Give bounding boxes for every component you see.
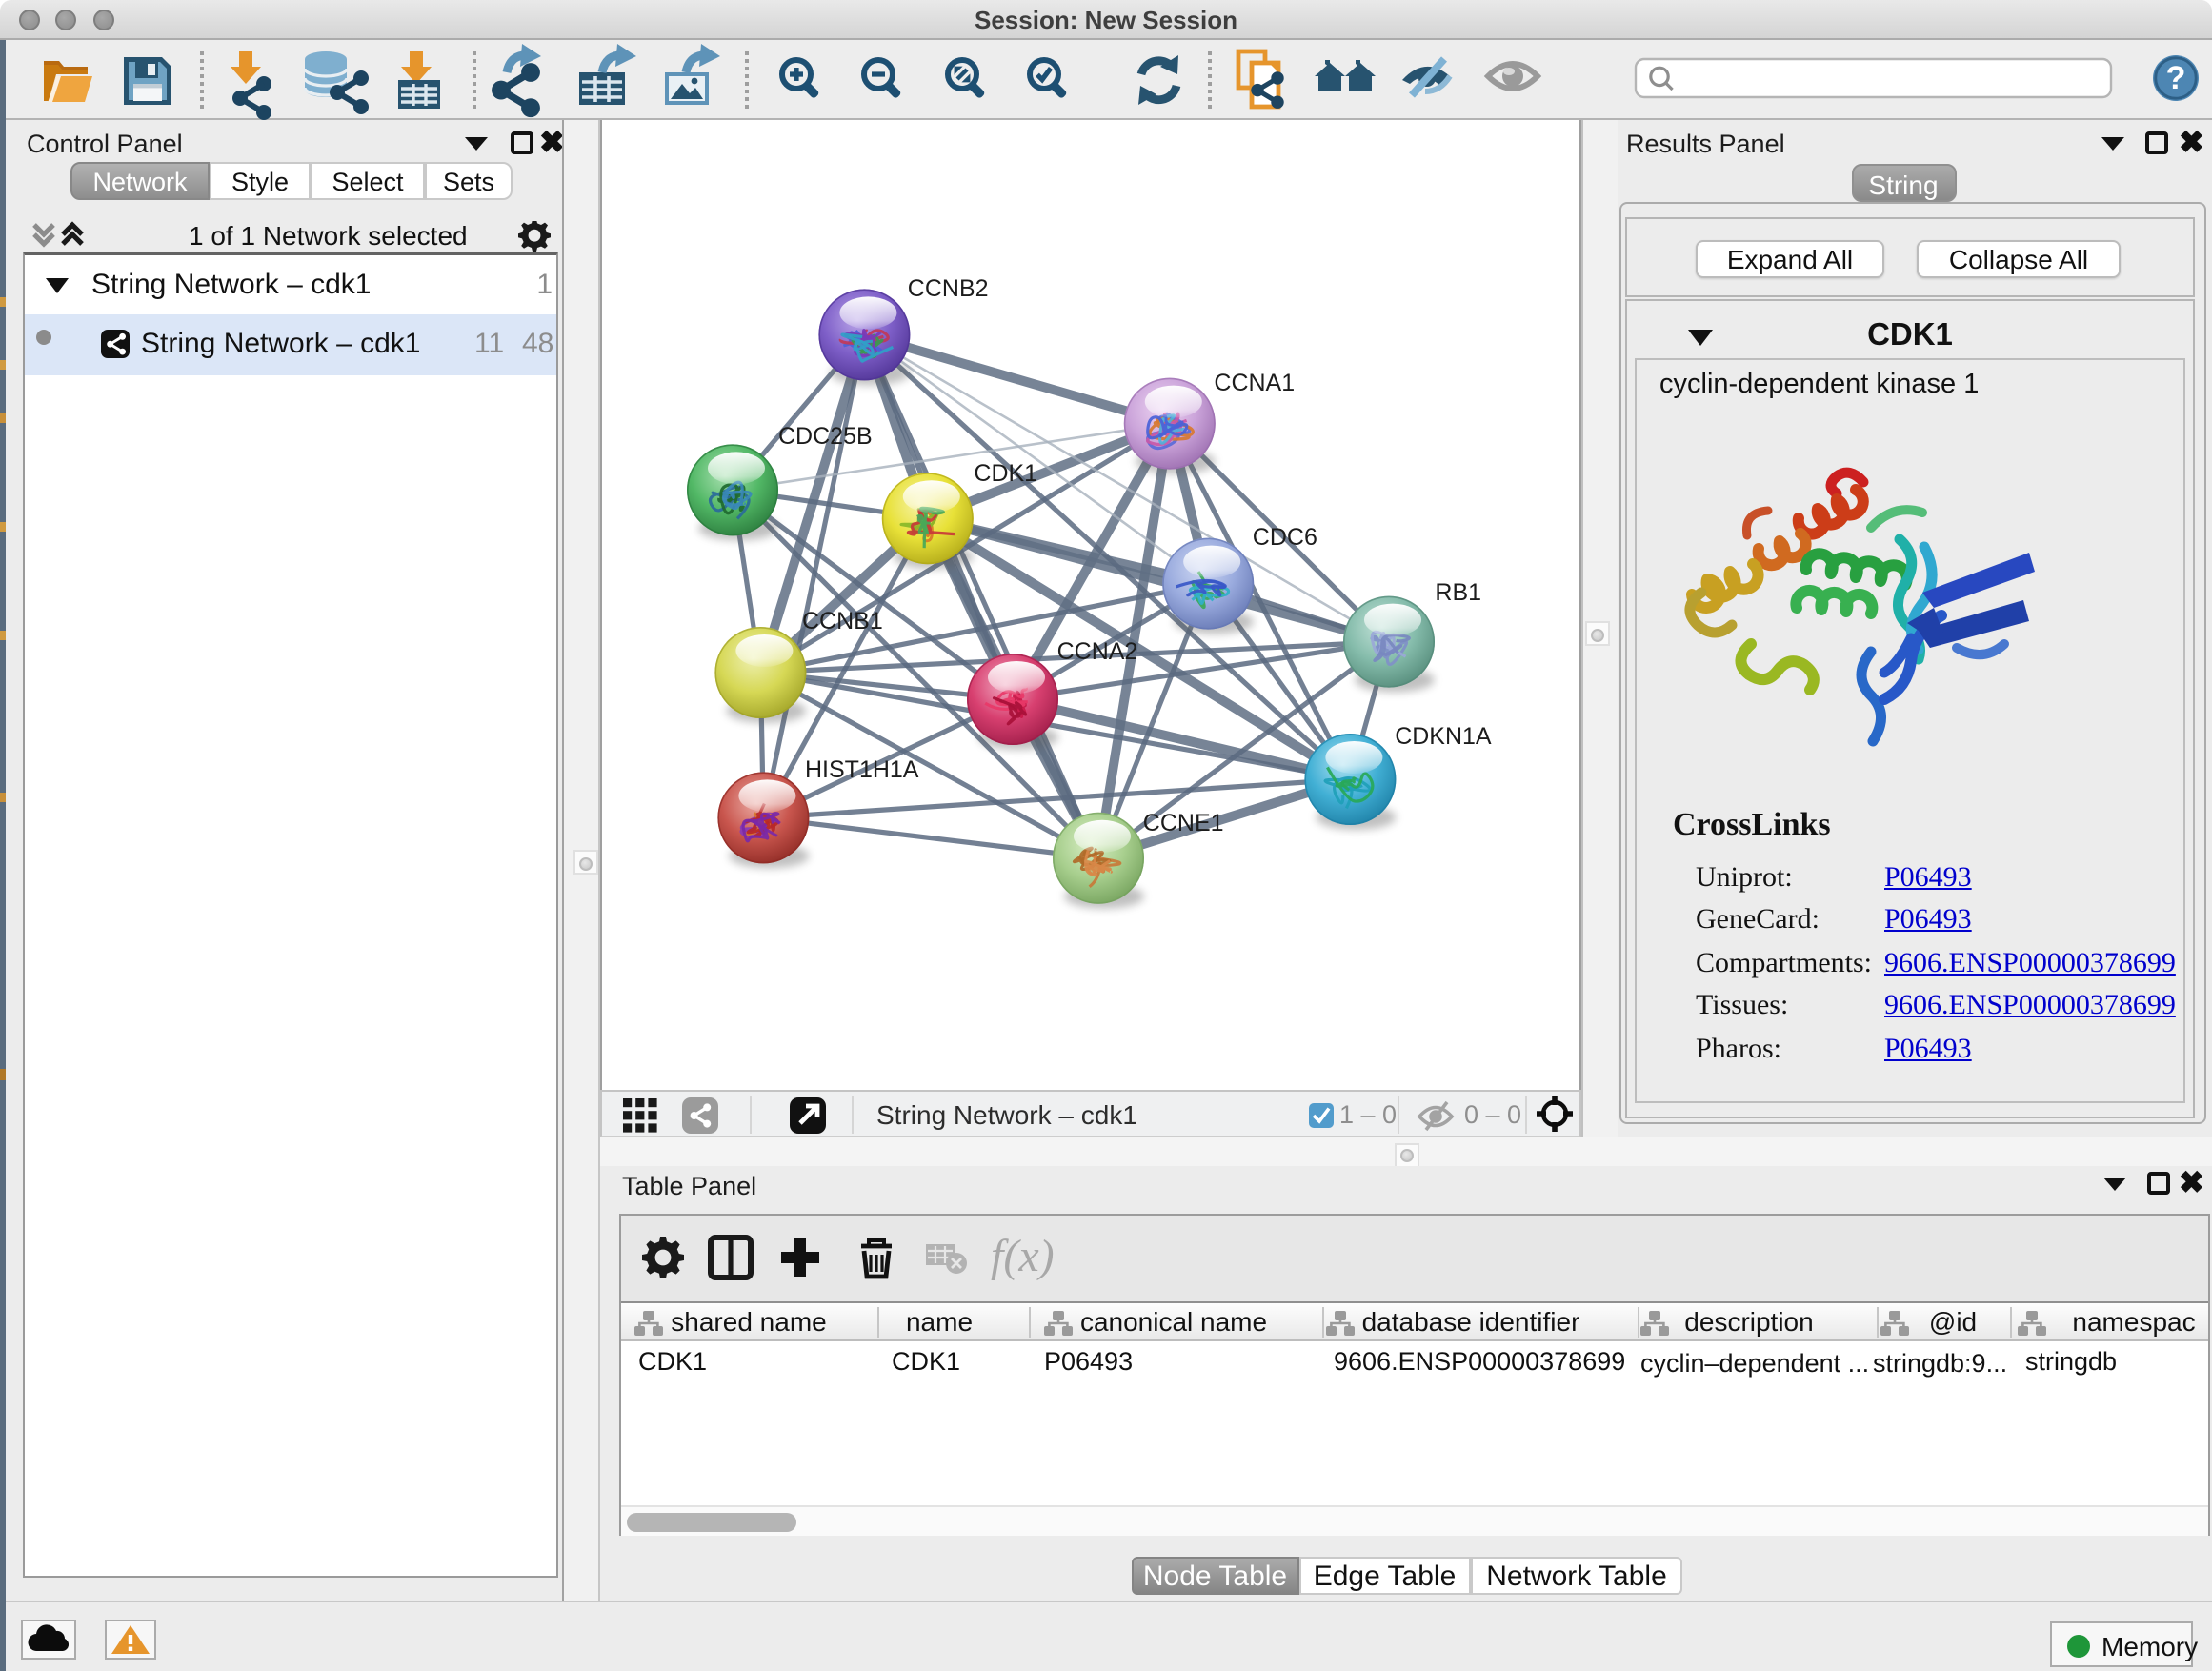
svg-text:RB1: RB1 (1434, 579, 1480, 606)
svg-text:f(x): f(x) (991, 1231, 1055, 1281)
svg-text:description: description (1684, 1307, 1813, 1337)
svg-text:CCNB1: CCNB1 (801, 608, 882, 634)
svg-text:CCNB2: CCNB2 (907, 275, 988, 302)
svg-text:?: ? (2166, 60, 2186, 96)
svg-text:String Network – cdk1: String Network – cdk1 (875, 1099, 1136, 1129)
svg-text:shared name: shared name (671, 1307, 826, 1337)
svg-text:1 of 1 Network selected: 1 of 1 Network selected (189, 221, 468, 251)
svg-text:namespac: namespac (2072, 1307, 2195, 1337)
svg-text:CDK1: CDK1 (973, 460, 1036, 487)
svg-text:CCNA2: CCNA2 (1056, 638, 1137, 665)
svg-text:CDC6: CDC6 (1252, 524, 1317, 551)
svg-text:HIST1H1A: HIST1H1A (804, 756, 918, 783)
svg-text:canonical name: canonical name (1080, 1307, 1267, 1337)
svg-text:database identifier: database identifier (1362, 1307, 1580, 1337)
svg-text:name: name (906, 1307, 973, 1337)
svg-text:CCNA1: CCNA1 (1213, 370, 1294, 396)
svg-text:CDC25B: CDC25B (777, 423, 872, 450)
svg-text:CCNE1: CCNE1 (1142, 810, 1223, 836)
svg-text:@id: @id (1929, 1307, 1977, 1337)
svg-text:0 – 0: 0 – 0 (1463, 1099, 1520, 1128)
svg-text:1 – 0: 1 – 0 (1338, 1099, 1396, 1128)
svg-text:CDKN1A: CDKN1A (1394, 723, 1491, 750)
